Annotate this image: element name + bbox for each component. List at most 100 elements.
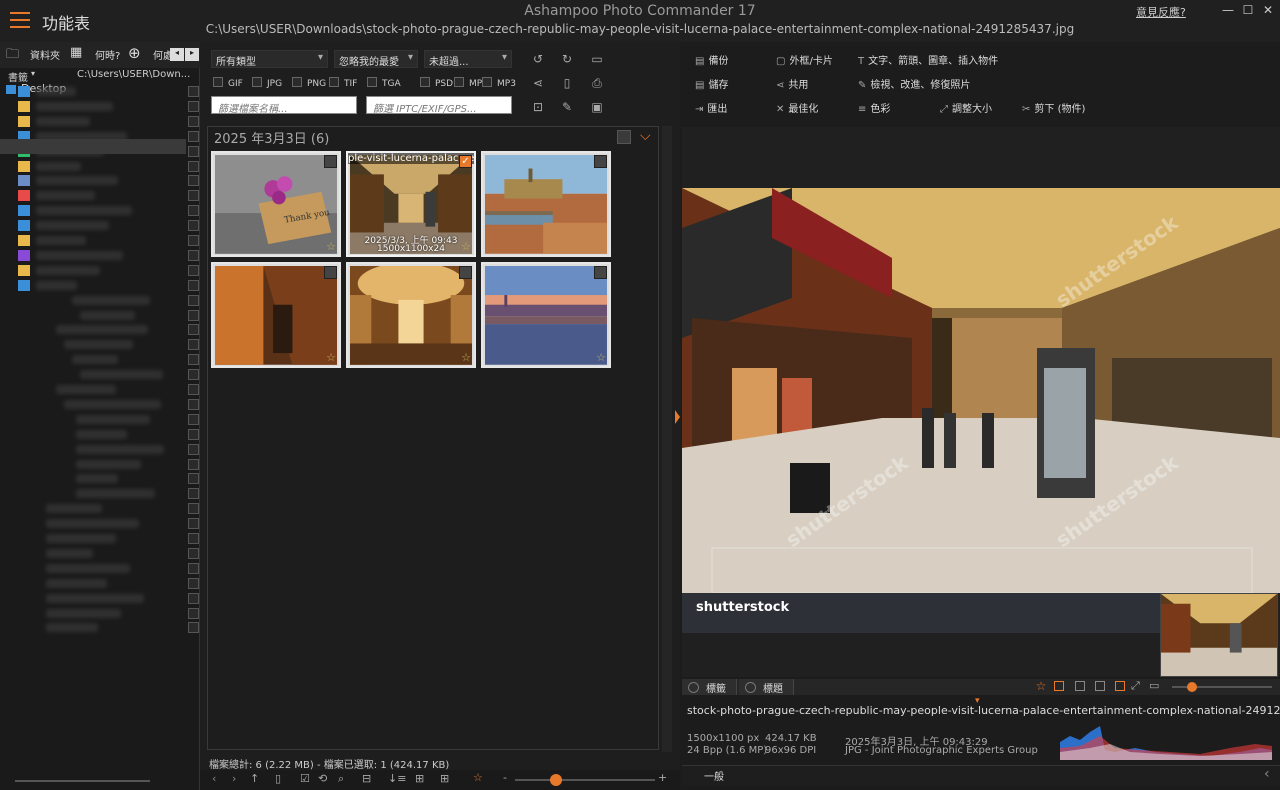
tree-row[interactable] — [0, 278, 200, 293]
zoom-out-icon[interactable]: - — [503, 771, 507, 784]
tree-row[interactable] — [0, 620, 200, 635]
tree-row[interactable] — [0, 367, 200, 382]
tree-checkbox[interactable] — [188, 220, 199, 232]
tree-checkbox[interactable] — [188, 503, 199, 515]
tab-scroll-left-icon[interactable]: ◂ — [170, 48, 184, 61]
tree-row[interactable] — [0, 546, 200, 561]
tree-checkbox[interactable] — [188, 384, 199, 395]
tree-row[interactable] — [0, 84, 200, 99]
print-icon[interactable]: ⎙ — [589, 75, 605, 91]
favorite-filter-star-icon[interactable]: ☆ — [473, 771, 483, 784]
panel-toggle-icon[interactable]: ▯ — [275, 772, 281, 785]
tree-checkbox[interactable] — [188, 562, 199, 574]
tab-scroll-right-icon[interactable]: ▸ — [185, 48, 199, 61]
tree-row[interactable] — [0, 248, 200, 263]
zoom-in-icon[interactable]: + — [658, 771, 667, 784]
filter-psd-checkbox[interactable]: PSD — [420, 77, 453, 89]
tree-checkbox[interactable] — [188, 145, 199, 157]
tree-checkbox[interactable] — [188, 100, 199, 112]
group-select-checkbox[interactable] — [617, 130, 631, 144]
text-action[interactable]: T 文字、箭頭、圖章、插入物件 — [858, 52, 998, 67]
optimize-action[interactable]: ✕ 最佳化 — [776, 100, 818, 115]
search-icon[interactable]: ⌕ — [338, 772, 344, 786]
preview-photo[interactable]: shutterstock shutterstock shutterstock — [682, 188, 1280, 593]
tree-checkbox[interactable] — [188, 86, 199, 97]
filter-tif-checkbox[interactable]: TIF — [329, 77, 357, 89]
thumbnail-card[interactable]: ☆ — [346, 262, 476, 368]
tree-row[interactable] — [0, 457, 200, 472]
tree-checkbox[interactable] — [188, 607, 199, 619]
navigator-thumbnail[interactable] — [1160, 593, 1278, 677]
select-icon[interactable]: ☑ — [300, 772, 310, 785]
tree-checkbox[interactable] — [188, 592, 199, 604]
thumbnail-checkbox[interactable] — [324, 155, 337, 168]
type-filter-select[interactable]: 所有類型 — [211, 50, 328, 68]
filter-tga-checkbox[interactable]: TGA — [367, 77, 401, 89]
retouch-action[interactable]: ✎ 檢視、改進、修復照片 — [858, 76, 970, 91]
filter-gif-checkbox[interactable]: GIF — [213, 77, 243, 89]
tree-row[interactable] — [0, 427, 200, 442]
tab-when[interactable]: 何時? — [95, 47, 120, 62]
share-icon[interactable]: ⋖ — [530, 75, 546, 91]
fit-icon[interactable]: ⤢ — [1131, 679, 1140, 693]
tree-checkbox[interactable] — [188, 160, 199, 172]
thumbnail-scrollbar[interactable] — [662, 126, 672, 752]
group-collapse-chevron-icon[interactable]: ⌵ — [640, 128, 651, 144]
folder-view-icon[interactable]: ⊟ — [362, 772, 371, 785]
tree-row[interactable] — [0, 218, 200, 233]
slideshow-icon[interactable]: ▭ — [589, 51, 605, 67]
tree-row[interactable] — [0, 293, 200, 308]
monitor-icon[interactable]: ▭ — [1149, 679, 1159, 692]
zoom-slider-thumb[interactable] — [550, 774, 562, 786]
star-icon[interactable]: ☆ — [596, 351, 606, 364]
cut-action[interactable]: ✂ 剪下 (物件) — [1022, 100, 1085, 115]
tree-checkbox[interactable] — [188, 398, 199, 410]
tab-tags[interactable]: 標籤 — [682, 679, 737, 695]
tree-row[interactable] — [0, 382, 200, 397]
star-icon[interactable]: ☆ — [461, 240, 471, 253]
image-tool-icon[interactable] — [1054, 681, 1064, 691]
tree-row[interactable] — [0, 516, 200, 531]
thumbnail-checkbox[interactable] — [594, 155, 607, 168]
tree-row[interactable] — [0, 159, 200, 174]
rate-star-icon[interactable]: ☆ — [1033, 679, 1049, 695]
image-tool-icon[interactable] — [1095, 681, 1105, 691]
filter-jpg-checkbox[interactable]: JPG — [252, 77, 282, 89]
back-icon[interactable]: ‹ — [212, 772, 216, 785]
resize-action[interactable]: ⤢ 調整大小 — [940, 100, 992, 115]
tree-row[interactable] — [0, 188, 200, 203]
image-tool-icon[interactable] — [1075, 681, 1085, 691]
tab-title[interactable]: 標題 — [739, 679, 794, 695]
tree-row[interactable] — [0, 576, 200, 591]
tree-checkbox[interactable] — [188, 279, 199, 291]
tree-row[interactable] — [0, 203, 200, 218]
tree-checkbox[interactable] — [188, 533, 199, 544]
tree-row[interactable] — [0, 501, 200, 516]
thumbnail-checkbox[interactable] — [459, 266, 472, 279]
document-icon[interactable]: ▯ — [559, 75, 575, 91]
horizontal-scrollbar[interactable] — [15, 780, 150, 782]
tree-row[interactable] — [0, 397, 200, 412]
thumbnail-card[interactable]: ☆ — [211, 262, 341, 368]
tree-selected-row[interactable] — [0, 139, 186, 154]
filter-png-checkbox[interactable]: PNG — [292, 77, 326, 89]
tree-checkbox[interactable] — [188, 622, 199, 634]
tree-checkbox[interactable] — [188, 488, 199, 500]
tree-checkbox[interactable] — [188, 235, 199, 246]
image-export-icon[interactable]: ▣ — [589, 99, 605, 115]
age-filter-select[interactable]: 未超過... — [424, 50, 512, 68]
tree-checkbox[interactable] — [188, 249, 199, 261]
tree-row[interactable] — [0, 233, 200, 248]
thumbnail-card-selected[interactable]: ple-visit-lucerna-palace-e 2025/3/3, 上午 … — [346, 151, 476, 257]
tree-row[interactable] — [0, 606, 200, 621]
tree-row[interactable] — [0, 442, 200, 457]
tree-checkbox[interactable] — [188, 458, 199, 470]
feedback-link[interactable]: 意見反應? — [1136, 4, 1186, 20]
tree-checkbox[interactable] — [188, 518, 199, 530]
tree-checkbox[interactable] — [188, 413, 199, 425]
export-action[interactable]: ⇥ 匯出 — [695, 100, 727, 115]
rotate-right-icon[interactable]: ↻ — [559, 51, 575, 67]
thumbnail-checkbox-checked[interactable]: ✓ — [459, 155, 472, 168]
chevron-down-icon[interactable]: ▾ — [31, 69, 35, 78]
tree-checkbox[interactable] — [188, 354, 199, 366]
